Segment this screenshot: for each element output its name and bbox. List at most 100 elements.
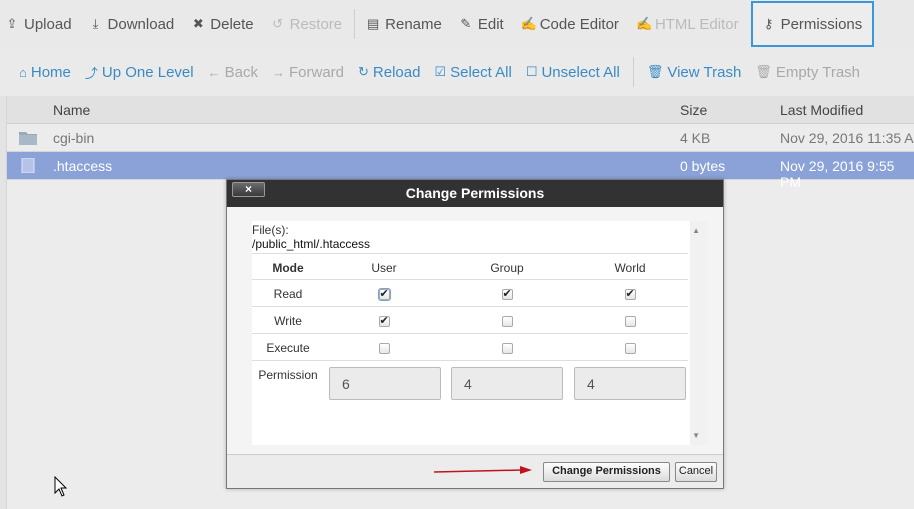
download-button[interactable]: ⤓ Download [84, 0, 187, 48]
mode-header: Mode [272, 261, 304, 275]
column-header-size[interactable]: Size [680, 102, 707, 118]
close-button[interactable]: × [232, 182, 265, 197]
home-icon: ⌂ [19, 64, 27, 80]
scroll-down-icon[interactable]: ▼ [692, 431, 700, 440]
forward-button[interactable]: → Forward [265, 48, 351, 96]
execute-row: Execute [252, 334, 688, 361]
view-trash-button[interactable]: 🗑 View Trash [640, 48, 748, 96]
user-header: User [371, 261, 397, 275]
rename-icon: ▤ [367, 16, 380, 31]
group-permission-field[interactable]: 4 [451, 367, 563, 400]
read-label: Read [273, 287, 303, 301]
scroll-up-icon[interactable]: ▲ [692, 226, 700, 235]
permission-label: Permission [258, 368, 318, 382]
file-row-htaccess[interactable]: .htaccess 0 bytes Nov 29, 2016 9:55 PM [7, 152, 914, 190]
upload-label: Upload [24, 15, 72, 33]
mouse-cursor-icon [54, 476, 68, 497]
pencil-icon: ✎ [460, 16, 472, 31]
permissions-label: Permissions [780, 15, 863, 33]
file-name: .htaccess [53, 158, 113, 174]
navbar-divider [632, 57, 634, 87]
column-header-name[interactable]: Name [53, 102, 90, 118]
file-row-cgi-bin[interactable]: cgi-bin 4 KB Nov 29, 2016 11:35 A [7, 124, 914, 152]
select-all-button[interactable]: ☑ Select All [427, 48, 518, 96]
trash-icon: 🗑 [646, 64, 664, 79]
view-trash-label: View Trash [667, 63, 742, 81]
permissions-table: Mode User Group World Read Write [252, 253, 688, 401]
checkbox-checked-icon: ☑ [434, 64, 447, 79]
key-icon: ⚷ [763, 16, 774, 31]
world-permission-field[interactable]: 4 [574, 367, 686, 400]
navigation-bar: ⌂ Home ⤴ Up One Level ← Back → Forward ↻… [0, 48, 914, 96]
group-read-checkbox[interactable] [501, 287, 513, 301]
up-one-level-button[interactable]: ⤴ Up One Level [78, 48, 201, 96]
file-modified: Nov 29, 2016 11:35 A [780, 130, 914, 146]
html-editor-button[interactable]: ✍ HTML Editor [631, 0, 751, 48]
edit-button[interactable]: ✎ Edit [454, 0, 516, 48]
dialog-title: Change Permissions [405, 185, 545, 201]
dialog-title-bar: × Change Permissions [227, 180, 723, 207]
reload-icon: ↻ [358, 64, 369, 79]
unselect-all-label: Unselect All [541, 63, 620, 81]
back-arrow-icon: ← [207, 64, 221, 80]
file-path: /public_html/.htaccess [252, 237, 371, 251]
delete-button[interactable]: ✖ Delete [186, 0, 265, 48]
read-row: Read [252, 280, 688, 307]
checkbox-empty-icon: ☐ [525, 64, 538, 79]
permissions-button[interactable]: ⚷ Permissions [750, 1, 875, 47]
table-header-row: Mode User Group World [252, 253, 688, 280]
cancel-button[interactable]: Cancel [675, 462, 717, 482]
unselect-all-button[interactable]: ☐ Unselect All [519, 48, 627, 96]
world-write-checkbox[interactable] [624, 316, 636, 328]
upload-button[interactable]: ⇪ Upload [0, 0, 84, 48]
file-modified: Nov 29, 2016 9:55 PM [780, 158, 895, 190]
home-label: Home [30, 63, 71, 81]
execute-label: Execute [266, 341, 310, 355]
forward-arrow-icon: → [271, 64, 285, 80]
back-button[interactable]: ← Back [201, 48, 265, 96]
download-icon: ⤓ [92, 16, 99, 31]
dialog-body: ▲ ▼ File(s): /public_html/.htaccess Mode… [227, 207, 723, 454]
up-level-icon: ⤴ [84, 65, 98, 81]
select-all-label: Select All [450, 63, 512, 81]
user-read-checkbox[interactable] [377, 287, 391, 302]
home-button[interactable]: ⌂ Home [12, 48, 78, 96]
world-execute-checkbox[interactable] [624, 343, 636, 355]
reload-label: Reload [372, 63, 421, 81]
user-execute-checkbox[interactable] [378, 343, 390, 355]
user-write-checkbox[interactable] [378, 314, 390, 328]
world-read-checkbox[interactable] [624, 287, 636, 301]
html-editor-icon: ✍ [635, 16, 653, 31]
close-icon: × [244, 182, 252, 196]
rename-button[interactable]: ▤ Rename [361, 0, 454, 48]
dialog-content-panel: ▲ ▼ File(s): /public_html/.htaccess Mode… [252, 221, 708, 445]
toolbar-divider [354, 9, 356, 39]
group-execute-checkbox[interactable] [501, 343, 513, 355]
user-permission-field[interactable]: 6 [329, 367, 441, 400]
restore-icon: ↺ [272, 16, 284, 31]
forward-label: Forward [288, 63, 344, 81]
permission-row: Permission 6 4 4 [252, 361, 688, 401]
file-toolbar: ⇪ Upload ⤓ Download ✖ Delete ↺ Restore ▤… [0, 0, 914, 48]
code-editor-button[interactable]: ✍ Code Editor [516, 0, 631, 48]
file-size: 0 bytes [680, 158, 726, 174]
code-editor-icon: ✍ [520, 16, 537, 31]
file-name: cgi-bin [53, 130, 95, 146]
annotation-arrow-icon [434, 466, 532, 474]
delete-icon: ✖ [192, 16, 204, 31]
restore-button[interactable]: ↺ Restore [266, 0, 355, 48]
world-header: World [614, 261, 646, 275]
reload-button[interactable]: ↻ Reload [351, 48, 427, 96]
code-editor-label: Code Editor [539, 15, 619, 33]
scrollbar[interactable]: ▲ ▼ [690, 221, 708, 445]
trash-icon: 🗑 [755, 64, 772, 79]
upload-icon: ⇪ [6, 16, 18, 31]
column-header-modified[interactable]: Last Modified [780, 102, 863, 118]
change-permissions-button[interactable]: Change Permissions [543, 462, 670, 482]
restore-label: Restore [289, 15, 343, 33]
group-header: Group [490, 261, 524, 275]
file-icon [21, 158, 35, 173]
group-write-checkbox[interactable] [501, 316, 513, 328]
empty-trash-button[interactable]: 🗑 Empty Trash [748, 48, 867, 96]
edit-label: Edit [477, 15, 504, 33]
